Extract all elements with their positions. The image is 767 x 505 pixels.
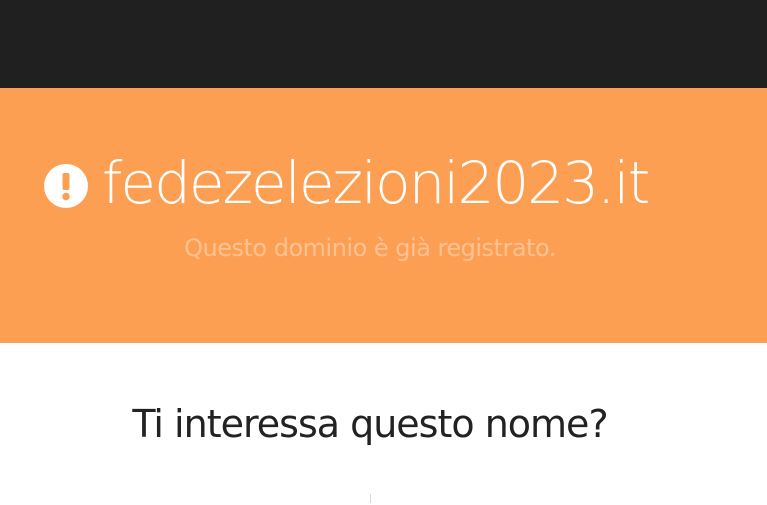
domain-name: fedezelezioni2023.it bbox=[102, 149, 650, 217]
top-bar bbox=[0, 0, 767, 88]
domain-title-row: fedezelezioni2023.it bbox=[44, 148, 650, 218]
domain-status-text: Questo dominio è già registrato. bbox=[184, 234, 556, 262]
divider bbox=[370, 494, 371, 503]
exclamation-circle-icon bbox=[44, 164, 88, 208]
interest-heading: Ti interessa questo nome? bbox=[132, 402, 608, 446]
domain-hero: fedezelezioni2023.it Questo dominio è gi… bbox=[0, 88, 767, 343]
